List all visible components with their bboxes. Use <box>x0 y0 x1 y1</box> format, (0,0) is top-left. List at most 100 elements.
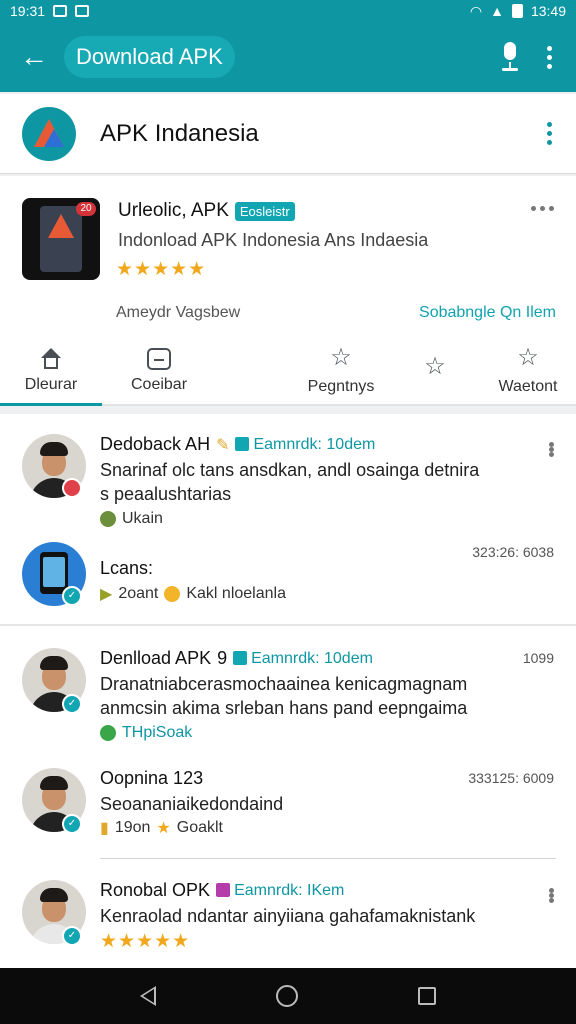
status-time-right: 13:49 <box>530 3 566 19</box>
item-meta-text: 19on <box>114 819 151 836</box>
item-title: Dedoback AH <box>100 434 211 454</box>
item-body: Seoananiaikedondaind <box>100 792 283 816</box>
timestamp: 1099 <box>522 650 554 666</box>
tab-label: Pegntnys <box>307 378 375 395</box>
tab-label: Dleurar <box>24 376 78 393</box>
bookmark-icon: ▮ <box>100 820 109 837</box>
verified-badge: ✓ <box>62 586 82 606</box>
app-subtitle: Indonload APK Indonesia Ans Indaesia <box>118 230 429 250</box>
developer-link[interactable]: Sobabngle Qn Ilem <box>419 304 556 322</box>
tab-wanted[interactable]: ☆ Waetont <box>486 336 570 406</box>
tab-favorites[interactable]: ☆ <box>405 336 465 406</box>
item-tag: Eamnrdk: 10dem <box>235 436 375 454</box>
verified-badge: ✓ <box>62 814 82 834</box>
nav-recents-icon[interactable] <box>418 987 436 1005</box>
status-badge <box>62 478 82 498</box>
check-circle-icon <box>100 725 116 741</box>
verified-badge: ✓ <box>62 694 82 714</box>
app-tag-badge: Eosleistr <box>234 201 295 221</box>
app-logo-icon <box>22 106 76 161</box>
item-body-line: Snarinaf olc tans ansdkan, andl osainga … <box>100 460 480 480</box>
item-title: Ronobal OPK <box>100 880 211 900</box>
item-title: Oopnina 123 <box>100 768 204 788</box>
back-arrow-icon[interactable]: ← <box>14 37 54 77</box>
item-tag: Eamnrdk: 10dem <box>233 650 373 668</box>
battery-icon <box>511 4 523 18</box>
app-menu-icon[interactable] <box>544 122 554 145</box>
tab-label: Waetont <box>498 378 558 395</box>
image-icon <box>75 5 90 17</box>
pencil-icon: ✎ <box>216 436 230 454</box>
item-meta: ▶ 2oant Kakl nloelanla <box>100 584 286 604</box>
item-meta-text: Kakl nloelanla <box>186 585 286 602</box>
star-outline-icon: ☆ <box>517 344 539 371</box>
item-body-line: anmcsin akima srleban hans pand eepngaim… <box>100 698 468 718</box>
item-tag-text: Eamnrdk: 10dem <box>253 435 376 453</box>
status-bar: 19:31 ◠ ▲ 13:49 <box>0 0 576 22</box>
more-horizontal-icon[interactable] <box>549 888 554 903</box>
item-meta-text: 2oant <box>118 585 159 602</box>
timestamp: 333125: 6009 <box>468 770 554 786</box>
nav-back-icon[interactable] <box>140 986 156 1006</box>
tab-chat[interactable]: Coeibar <box>112 336 206 406</box>
item-meta: Ukain <box>100 510 163 528</box>
app-header: APK Indanesia <box>0 94 576 174</box>
item-tag-text: Eamnrdk: IKem <box>234 881 345 899</box>
item-meta: ▮ 19on ★ Goaklt <box>100 818 223 838</box>
star-outline-icon: ☆ <box>330 344 352 371</box>
more-horizontal-icon[interactable] <box>549 442 554 457</box>
item-body-line: Seoananiaikedondaind <box>100 794 284 814</box>
feed-list: Dedoback AH ✎ Eamnrdk: 10dem Snarinaf ol… <box>0 414 576 968</box>
system-nav-bar <box>0 968 576 1024</box>
thumb-icon: ▶ <box>100 586 113 603</box>
list-item[interactable]: Dedoback AH ✎ Eamnrdk: 10dem Snarinaf ol… <box>0 414 576 624</box>
signal-icon: ▲ <box>490 3 504 19</box>
notification-badge: 20 <box>76 202 96 216</box>
app-title: APK Indanesia <box>100 119 259 147</box>
more-horizontal-icon[interactable] <box>531 206 554 211</box>
item-body-line: Kenraolad ndantar ainyiiana gahafamaknis… <box>100 906 476 926</box>
rating-stars: ★★★★★ <box>116 259 207 280</box>
nav-home-icon[interactable] <box>276 985 298 1007</box>
divider <box>0 624 576 626</box>
item-meta-text: THpiSoak <box>122 724 193 741</box>
home-icon <box>40 348 62 370</box>
search-field[interactable]: Download APK <box>64 36 235 78</box>
chat-icon <box>147 348 171 370</box>
item-prefix: 9 <box>217 648 228 668</box>
notification-icon <box>53 5 68 17</box>
item-meta-text: Goaklt <box>176 819 223 836</box>
item-tag-text: Eamnrdk: 10dem <box>251 649 373 667</box>
emoji-icon <box>100 511 116 527</box>
item-body-line: s peaalushtarias <box>100 484 232 504</box>
divider <box>100 858 556 859</box>
app-thumbnail[interactable]: 20 <box>22 198 100 280</box>
item-meta: THpiSoak <box>100 724 192 742</box>
list-item[interactable]: ✓ Ronobal OPK Eamnrdk: IKem Kenraolad nd… <box>0 870 576 968</box>
list-item[interactable]: ✓ Denlload APK 9 Eamnrdk: 10dem 1099 Dra… <box>0 628 576 748</box>
star-icon: ★ <box>156 820 171 837</box>
item-body: Snarinaf olc tans ansdkan, andl osainga … <box>100 458 479 506</box>
tab-ratings[interactable]: ☆ Pegntnys <box>290 336 392 406</box>
app-detail-card: 20 Urleolic, APK Eosleistr Indonload APK… <box>0 176 576 406</box>
item-title: Lcans: <box>100 558 154 578</box>
toolbar: ← Download APK <box>0 22 576 92</box>
app-name: Urleolic, APK <box>118 200 229 221</box>
list-item[interactable]: ✓ Oopnina 123 333125: 6009 Seoananiaiked… <box>0 754 576 864</box>
item-body-line: Dranatniabcerasmochaainea kenicagmagnam <box>100 674 468 694</box>
wifi-icon: ◠ <box>469 2 483 19</box>
item-body: Kenraolad ndantar ainyiiana gahafamaknis… <box>100 904 475 928</box>
mic-icon[interactable] <box>498 42 522 72</box>
tab-home[interactable]: Dleurar <box>0 336 102 406</box>
emoji-icon <box>164 586 181 602</box>
tab-label: Coeibar <box>130 376 188 393</box>
item-title: Denlload APK <box>100 648 212 668</box>
overflow-menu-icon[interactable] <box>544 45 554 69</box>
timestamp: 323:26: 6038 <box>472 544 554 560</box>
developer-name: Ameydr Vagsbew <box>116 304 241 321</box>
status-time-left: 19:31 <box>10 3 46 19</box>
verified-badge: ✓ <box>62 926 82 946</box>
star-outline-icon: ☆ <box>424 353 446 380</box>
item-body: Dranatniabcerasmochaainea kenicagmagnam … <box>100 672 467 720</box>
tab-bar: Dleurar Coeibar ☆ Pegntnys ☆ ☆ Waetont <box>0 336 576 406</box>
